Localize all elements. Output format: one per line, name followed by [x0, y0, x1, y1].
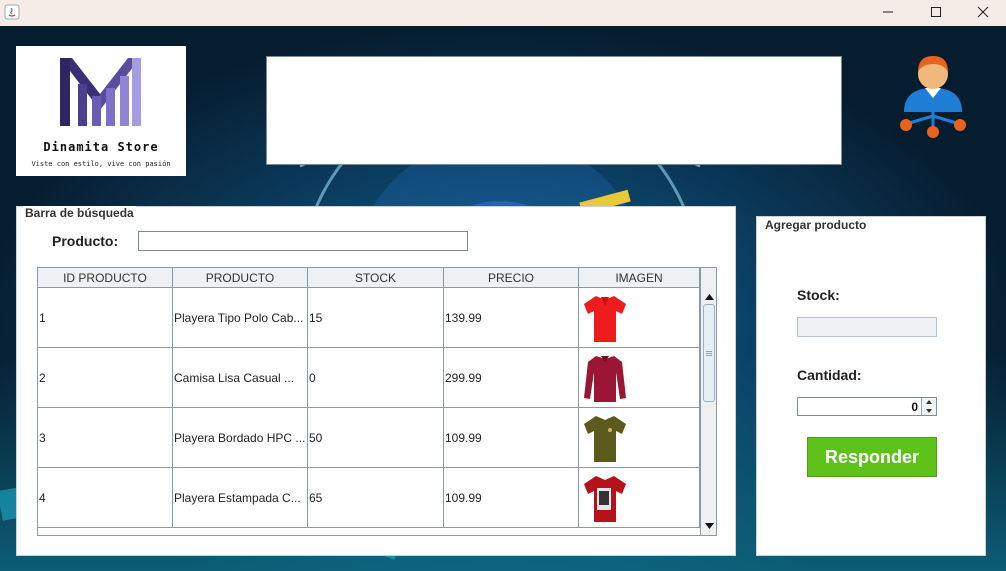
spinner-up-icon [926, 400, 932, 404]
add-panel-legend: Agregar producto [763, 218, 869, 232]
cell-price: 109.99 [444, 468, 579, 528]
scrollbar-grip-icon [706, 351, 712, 356]
cell-id: 2 [38, 348, 173, 408]
message-text-area[interactable] [266, 56, 842, 165]
cell-product: Camisa Lisa Casual ... [173, 348, 308, 408]
quantity-label: Cantidad: [797, 367, 862, 383]
maximize-icon [931, 7, 941, 17]
product-search-input[interactable] [138, 231, 468, 251]
column-header-id[interactable]: ID PRODUCTO [38, 268, 173, 288]
table-row[interactable]: 2 Camisa Lisa Casual ... 0 299.99 [38, 348, 700, 408]
column-header-price[interactable]: PRECIO [444, 268, 579, 288]
product-label: Producto: [52, 233, 119, 249]
column-header-image[interactable]: IMAGEN [579, 268, 700, 288]
products-table: ID PRODUCTO PRODUCTO STOCK PRECIO IMAGEN… [37, 267, 717, 536]
spinner-down-icon [926, 408, 932, 413]
window-title-bar [0, 0, 1006, 26]
store-logo: Dinamita Store Viste con estilo, vive co… [16, 46, 186, 176]
cell-product: Playera Tipo Polo Cab... [173, 288, 308, 348]
olive-tshirt-icon [584, 416, 626, 462]
stock-label: Stock: [797, 287, 840, 303]
minimize-button[interactable] [865, 0, 911, 24]
close-button[interactable] [960, 0, 1006, 24]
add-product-panel: Agregar producto Stock: Cantidad: 0 Resp… [756, 216, 986, 556]
red-printed-tshirt-icon [584, 476, 626, 522]
red-polo-shirt-icon [584, 296, 626, 342]
table-header: ID PRODUCTO PRODUCTO STOCK PRECIO IMAGEN [38, 268, 700, 288]
user-network-icon [900, 56, 966, 138]
cell-product: Playera Bordado HPC ... [173, 408, 308, 468]
scrollbar-thumb[interactable] [703, 304, 715, 402]
maroon-long-sleeve-shirt-icon [584, 356, 626, 402]
close-icon [977, 6, 989, 18]
table-row[interactable]: 1 Playera Tipo Polo Cab... 15 139.99 [38, 288, 700, 348]
cell-stock: 0 [308, 348, 444, 408]
stock-field [797, 317, 937, 337]
cell-image [579, 348, 700, 408]
scroll-up-button[interactable] [701, 290, 716, 304]
table-row[interactable]: 4 Playera Estampada C... 65 109.99 [38, 468, 700, 528]
respond-button[interactable]: Responder [807, 437, 937, 477]
cell-stock: 50 [308, 408, 444, 468]
search-panel: Barra de búsqueda Producto: ID PRODUCTO … [16, 206, 736, 556]
table-body: 1 Playera Tipo Polo Cab... 15 139.99 2 C… [38, 288, 700, 528]
cell-image [579, 288, 700, 348]
store-tagline: Viste con estilo, vive con pasión [31, 160, 171, 168]
table-row[interactable]: 3 Playera Bordado HPC ... 50 109.99 [38, 408, 700, 468]
cell-product: Playera Estampada C... [173, 468, 308, 528]
quantity-spinner[interactable]: 0 [797, 397, 937, 416]
store-name: Dinamita Store [43, 140, 159, 154]
cell-id: 1 [38, 288, 173, 348]
column-header-product[interactable]: PRODUCTO [173, 268, 308, 288]
cell-price: 139.99 [444, 288, 579, 348]
minimize-icon [883, 11, 893, 13]
cell-image [579, 408, 700, 468]
cell-price: 109.99 [444, 408, 579, 468]
arrow-up-icon [704, 294, 714, 300]
cell-stock: 15 [308, 288, 444, 348]
cell-price: 299.99 [444, 348, 579, 408]
scroll-down-button[interactable] [701, 519, 716, 533]
arrow-down-icon [704, 523, 714, 529]
spinner-decrement-button[interactable] [921, 406, 936, 415]
cell-stock: 65 [308, 468, 444, 528]
cell-image [579, 468, 700, 528]
maximize-button[interactable] [913, 0, 959, 24]
column-header-stock[interactable]: STOCK [308, 268, 444, 288]
java-app-icon [4, 4, 20, 20]
store-logo-icon [60, 58, 141, 126]
search-panel-legend: Barra de búsqueda [23, 206, 136, 220]
cell-id: 4 [38, 468, 173, 528]
table-vertical-scrollbar[interactable] [700, 268, 716, 535]
cell-id: 3 [38, 408, 173, 468]
quantity-value[interactable]: 0 [911, 400, 918, 414]
